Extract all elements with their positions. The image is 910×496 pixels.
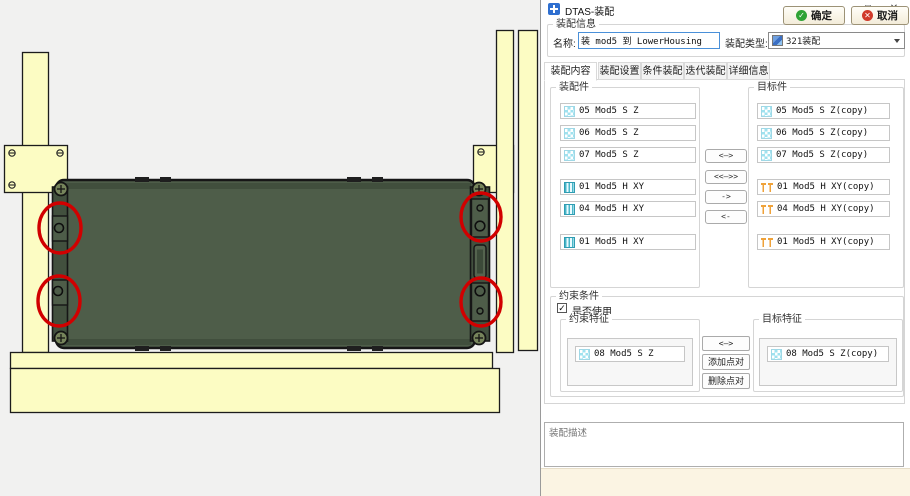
- tab-assembly-content[interactable]: 装配内容: [544, 62, 597, 81]
- tab-details[interactable]: 详细信息: [727, 62, 770, 80]
- surface-icon: [564, 149, 575, 161]
- assembly-type-label: 装配类型:: [725, 39, 768, 50]
- map-all-button[interactable]: <<—>>: [705, 170, 747, 184]
- group-constraint-feature-label: 约束特征: [566, 314, 612, 325]
- name-label: 名称:: [553, 39, 576, 50]
- surface-icon: [761, 127, 772, 139]
- group-target-feature-label: 目标特征: [759, 314, 805, 325]
- hole-icon: [564, 181, 575, 193]
- list-item-label: 01 Mod5 H XY(copy): [777, 182, 875, 192]
- assembly-name-input[interactable]: [578, 32, 720, 49]
- target-list-item[interactable]: 01 Mod5 H XY(copy): [757, 179, 890, 195]
- group-target-parts-label: 目标件: [754, 82, 790, 93]
- ok-button[interactable]: ✓ 确定: [783, 6, 845, 25]
- map-point-pair-button[interactable]: <—>: [702, 336, 750, 351]
- list-item-label: 01 Mod5 H XY(copy): [777, 237, 875, 247]
- source-list-item[interactable]: 05 Mod5 S Z: [560, 103, 696, 119]
- dialog-footer: [541, 468, 910, 496]
- tab-conditional-assembly[interactable]: 条件装配: [641, 62, 684, 80]
- list-item-label: 05 Mod5 S Z: [579, 106, 639, 116]
- dtas-assembly-dialog: DTAS-装配 – □ ✕ 装配信息 名称: 装配类型: 321装配 装配内容 …: [540, 0, 910, 496]
- move-right-button[interactable]: ->: [705, 190, 747, 204]
- target-feature-item[interactable]: 08 Mod5 S Z(copy): [767, 346, 889, 362]
- ok-check-icon: ✓: [796, 10, 807, 21]
- list-item-label: 08 Mod5 S Z: [594, 349, 654, 359]
- pin-icon: [761, 204, 773, 214]
- move-left-button[interactable]: <-: [705, 210, 747, 224]
- surface-icon: [564, 127, 575, 139]
- surface-icon: [771, 348, 782, 360]
- surface-icon: [761, 105, 772, 117]
- group-assembly-info-label: 装配信息: [553, 19, 599, 30]
- target-list-item[interactable]: 05 Mod5 S Z(copy): [757, 103, 890, 119]
- dtas-logo-icon: [548, 3, 560, 15]
- assembly-type-select[interactable]: 321装配: [768, 32, 905, 49]
- ok-button-label: 确定: [811, 10, 832, 22]
- lower-housing-plate: [51, 177, 491, 351]
- pin-icon: [761, 237, 773, 247]
- target-list-item[interactable]: 04 Mod5 H XY(copy): [757, 201, 890, 217]
- target-list-item[interactable]: 01 Mod5 H XY(copy): [757, 234, 890, 250]
- chevron-down-icon: [894, 38, 900, 43]
- surface-icon: [761, 149, 772, 161]
- source-list-item[interactable]: 07 Mod5 S Z: [560, 147, 696, 163]
- delete-point-pair-button[interactable]: 删除点对: [702, 373, 750, 389]
- source-list-item[interactable]: 06 Mod5 S Z: [560, 125, 696, 141]
- right-rail: [469, 186, 491, 342]
- hole-icon: [564, 236, 575, 248]
- list-item-label: 04 Mod5 H XY(copy): [777, 204, 875, 214]
- assembly-description-textarea[interactable]: [544, 422, 904, 467]
- list-item-label: 01 Mod5 H XY: [579, 237, 645, 247]
- pin-icon: [761, 182, 773, 192]
- use-constraint-checkbox[interactable]: ✓: [557, 303, 567, 313]
- list-item-label: 07 Mod5 S Z(copy): [776, 150, 869, 160]
- cancel-button-label: 取消: [877, 10, 898, 22]
- list-item-label: 06 Mod5 S Z(copy): [776, 128, 869, 138]
- cad-viewport[interactable]: [0, 0, 540, 496]
- add-point-pair-button[interactable]: 添加点对: [702, 354, 750, 370]
- surface-icon: [579, 348, 590, 360]
- target-list-item[interactable]: 06 Mod5 S Z(copy): [757, 125, 890, 141]
- tab-assembly-settings[interactable]: 装配设置: [598, 62, 641, 80]
- list-item-label: 05 Mod5 S Z(copy): [776, 106, 869, 116]
- tab-iterative-assembly[interactable]: 迭代装配: [684, 62, 727, 80]
- source-list-item[interactable]: 04 Mod5 H XY: [560, 201, 696, 217]
- assembly-type-value: 321装配: [786, 37, 821, 47]
- list-item-label: 04 Mod5 H XY: [579, 204, 645, 214]
- surface-icon: [564, 105, 575, 117]
- screen: DTAS-装配 – □ ✕ 装配信息 名称: 装配类型: 321装配 装配内容 …: [0, 0, 910, 496]
- map-pair-button[interactable]: <—>: [705, 149, 747, 163]
- list-item-label: 07 Mod5 S Z: [579, 150, 639, 160]
- list-item-label: 08 Mod5 S Z(copy): [786, 349, 879, 359]
- cancel-x-icon: ✕: [862, 10, 873, 21]
- assembly-type-icon: [772, 35, 783, 46]
- hole-icon: [564, 203, 575, 215]
- constraint-feature-item[interactable]: 08 Mod5 S Z: [575, 346, 685, 362]
- left-rail: [51, 186, 69, 342]
- list-item-label: 06 Mod5 S Z: [579, 128, 639, 138]
- cancel-button[interactable]: ✕ 取消: [851, 6, 909, 25]
- group-source-parts-label: 装配件: [556, 82, 592, 93]
- group-constraint-label: 约束条件: [556, 291, 602, 302]
- source-list-item[interactable]: 01 Mod5 H XY: [560, 179, 696, 195]
- cad-scene: [3, 29, 539, 414]
- source-list-item[interactable]: 01 Mod5 H XY: [560, 234, 696, 250]
- window-title: DTAS-装配: [565, 7, 615, 18]
- list-item-label: 01 Mod5 H XY: [579, 182, 645, 192]
- target-list-item[interactable]: 07 Mod5 S Z(copy): [757, 147, 890, 163]
